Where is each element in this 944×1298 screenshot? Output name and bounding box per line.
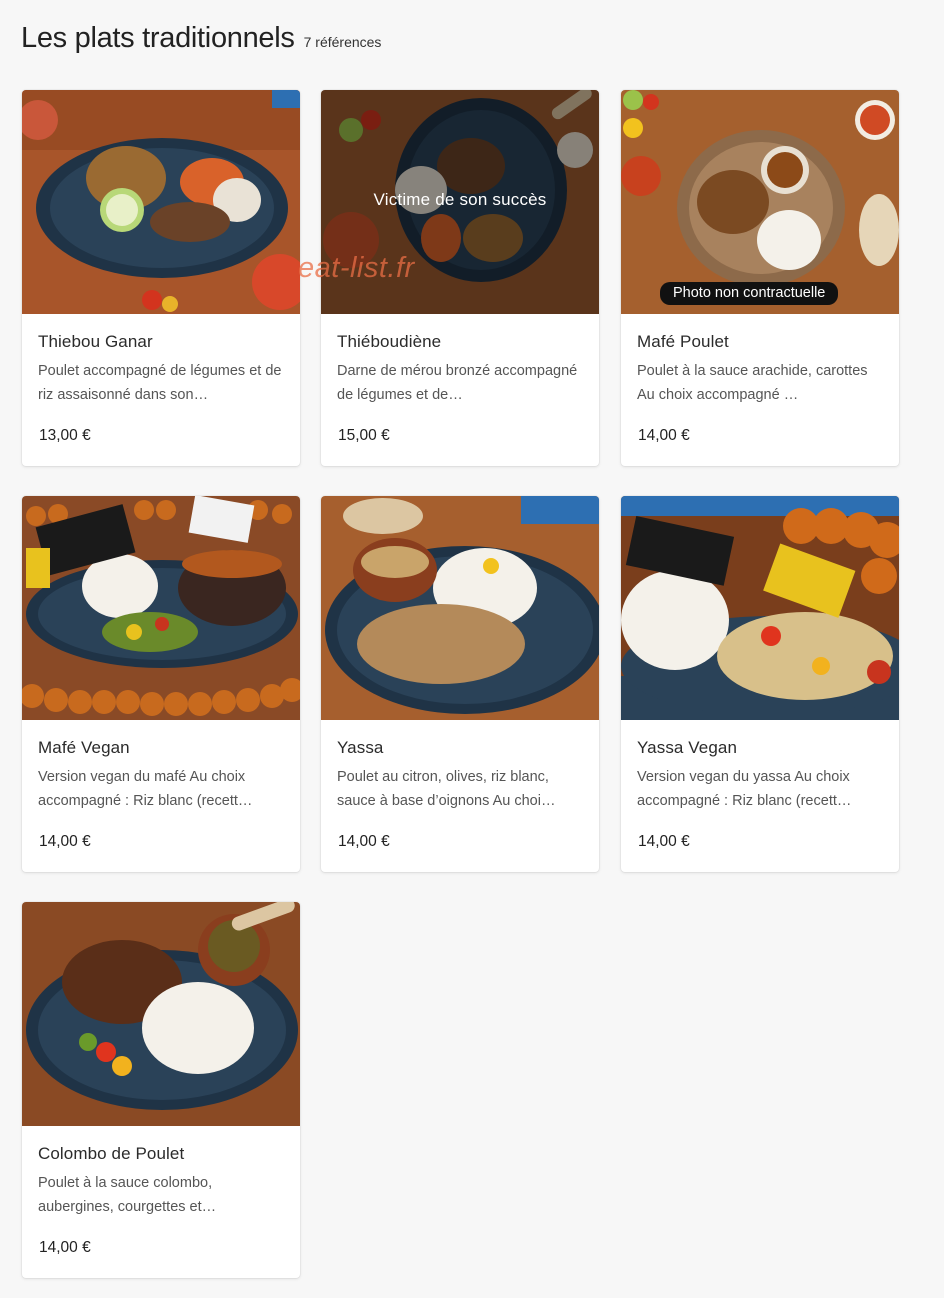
item-count: 7 références [303,34,382,50]
menu-page: Les plats traditionnels 7 références Thi… [0,0,944,1298]
dish-description: Poulet accompagné de légumes et de riz a… [38,363,282,403]
dish-card[interactable]: Victime de son succès Thiéboudiène Darne… [321,90,599,466]
sold-out-overlay: Victime de son succès [321,90,599,314]
dish-description: Poulet à la sauce arachide, carottes Au … [637,363,868,403]
dish-photo [22,496,300,720]
dish-price: 14,00 € [638,833,690,850]
dish-price: 14,00 € [638,427,690,444]
dish-name: Yassa [337,738,384,757]
dish-card[interactable]: Thiebou Ganar Poulet accompagné de légum… [22,90,300,466]
dish-description: Version vegan du mafé Au choix accompagn… [38,769,253,809]
dish-name: Colombo de Poulet [38,1144,185,1163]
sold-out-label: Victime de son succès [373,190,547,209]
dish-name: Mafé Vegan [38,738,130,757]
dish-name: Mafé Poulet [637,332,729,351]
dish-price: 15,00 € [338,427,390,444]
dish-price: 14,00 € [39,1239,91,1256]
dish-name: Yassa Vegan [637,738,738,757]
dish-name: Thiebou Ganar [38,332,153,351]
dish-card[interactable]: Mafé Vegan Version vegan du mafé Au choi… [22,496,300,872]
dish-photo [22,90,300,314]
dish-description: Poulet à la sauce colombo, aubergines, c… [38,1175,217,1215]
section-title: Les plats traditionnels [21,22,295,54]
dish-card[interactable]: Colombo de Poulet Poulet à la sauce colo… [22,902,300,1278]
dish-photo [621,496,899,720]
dish-price: 14,00 € [338,833,390,850]
photo-disclaimer-badge: Photo non contractuelle [660,282,839,305]
dish-description: Darne de mérou bronzé accompagné de légu… [337,363,578,403]
dish-card[interactable]: Photo non contractuelle Mafé Poulet Poul… [621,90,899,466]
dish-description: Poulet au citron, olives, riz blanc, sau… [337,769,556,809]
dish-price: 13,00 € [39,427,91,444]
dish-card[interactable]: Yassa Poulet au citron, olives, riz blan… [321,496,599,872]
section-header: Les plats traditionnels 7 références [21,22,381,55]
dish-photo [22,902,300,1126]
dish-photo [321,496,599,720]
dish-card[interactable]: Yassa Vegan Version vegan du yassa Au ch… [621,496,899,872]
dish-photo: Victime de son succès [321,90,599,314]
dish-name: Thiéboudiène [337,332,442,351]
dish-description: Version vegan du yassa Au choix accompag… [637,769,852,809]
dish-price: 14,00 € [39,833,91,850]
dish-photo: Photo non contractuelle [621,90,899,314]
